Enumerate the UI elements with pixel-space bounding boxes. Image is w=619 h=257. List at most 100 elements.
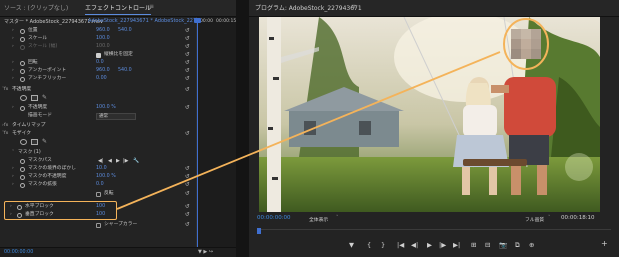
stopwatch-icon[interactable]: [20, 105, 25, 111]
prop-value[interactable]: 540.0: [118, 67, 132, 75]
vr-view-button[interactable]: ⊕: [529, 241, 534, 249]
export-frame-icon[interactable]: 📷: [499, 241, 507, 249]
section-mosaic[interactable]: ˅ fx モザイク ↺: [0, 130, 196, 138]
rectangle-mask-icon[interactable]: [31, 95, 38, 101]
prop-value[interactable]: 100.0 %: [96, 173, 116, 181]
reset-icon[interactable]: ↺: [185, 27, 190, 35]
add-marker-button[interactable]: ▼: [349, 241, 354, 249]
disclosure-triangle-icon[interactable]: ›: [12, 27, 14, 35]
prop-value[interactable]: 960.0: [96, 67, 110, 75]
mask-group-row[interactable]: ˅ マスク (1): [0, 149, 196, 157]
reset-icon[interactable]: ↺: [185, 75, 190, 83]
disclosure-triangle-icon[interactable]: ›: [12, 173, 14, 181]
reset-icon[interactable]: ↺: [185, 35, 190, 43]
mask-track-back-button[interactable]: ◀|: [98, 157, 104, 165]
stopwatch-icon[interactable]: [20, 68, 25, 74]
pen-tool-icon[interactable]: ✎: [42, 94, 47, 102]
rectangle-mask-icon[interactable]: [31, 139, 38, 145]
extract-button[interactable]: ⊟: [485, 241, 490, 249]
mask-step-forward-button[interactable]: ▶: [116, 157, 120, 165]
reset-icon[interactable]: ↺: [185, 59, 190, 67]
chevron-down-icon[interactable]: ˅: [548, 216, 550, 221]
reset-icon[interactable]: ↺: [185, 67, 190, 75]
panel-menu-icon[interactable]: ≡: [149, 3, 154, 10]
disclosure-triangle-icon[interactable]: ›: [12, 165, 14, 173]
go-to-in-button[interactable]: |◀: [397, 241, 404, 249]
reset-icon[interactable]: ↺: [185, 165, 190, 173]
step-back-button[interactable]: ◀|: [411, 241, 418, 249]
blend-mode-dropdown[interactable]: 通常: [96, 112, 136, 120]
step-forward-button[interactable]: |▶: [439, 241, 446, 249]
reset-icon[interactable]: ↺: [185, 203, 190, 211]
mark-in-button[interactable]: {: [367, 241, 371, 249]
prop-value[interactable]: 0.0: [96, 181, 104, 189]
sharp-colors-checkbox[interactable]: [96, 222, 101, 228]
stopwatch-icon[interactable]: [20, 60, 25, 66]
reset-icon[interactable]: ↺: [185, 130, 190, 138]
program-video-frame[interactable]: [259, 17, 600, 212]
sequence-clip-label[interactable]: AdobeStock_227943671 * AdobeStock_227943…: [88, 18, 210, 24]
reset-icon[interactable]: ↺: [185, 104, 190, 112]
uniform-scale-checkbox[interactable]: [96, 52, 101, 58]
stopwatch-icon[interactable]: [20, 166, 25, 172]
comparison-view-button[interactable]: ⧉: [515, 241, 520, 250]
prop-value[interactable]: 540.0: [118, 27, 132, 35]
reset-icon[interactable]: ↺: [185, 181, 190, 189]
footer-timecode[interactable]: 00:00:00:00: [4, 250, 33, 255]
section-opacity[interactable]: ˅ fx 不透明度 ↺: [0, 86, 196, 94]
fx-icon[interactable]: fx: [4, 86, 8, 94]
reset-icon[interactable]: ↺: [185, 43, 190, 51]
reset-icon[interactable]: ↺: [185, 211, 190, 219]
reset-icon[interactable]: ↺: [185, 51, 190, 59]
stopwatch-icon[interactable]: [20, 182, 25, 188]
zoom-fit-dropdown[interactable]: 全体表示: [309, 216, 328, 223]
tab-source[interactable]: ソース : (クリップなし): [4, 3, 68, 12]
chevron-down-icon[interactable]: ˅: [336, 216, 338, 221]
stopwatch-icon[interactable]: [20, 76, 25, 82]
disclosure-triangle-icon[interactable]: ›: [12, 181, 14, 189]
disclosure-triangle-icon[interactable]: ›: [12, 35, 14, 43]
stopwatch-icon[interactable]: [20, 174, 25, 180]
ellipse-mask-icon[interactable]: [20, 95, 27, 101]
current-timecode[interactable]: 00:00:00:00: [257, 215, 291, 221]
stopwatch-icon[interactable]: [20, 158, 25, 164]
tab-effect-controls[interactable]: エフェクトコントロール: [85, 3, 152, 15]
disclosure-triangle-icon[interactable]: ›: [12, 104, 14, 112]
reset-icon[interactable]: ↺: [185, 221, 190, 229]
section-time-remap[interactable]: › fx タイムリマップ: [0, 122, 196, 130]
program-time-ruler[interactable]: [257, 229, 611, 235]
panel-divider[interactable]: [236, 0, 249, 257]
prop-value[interactable]: 100.0: [96, 35, 110, 43]
disclosure-triangle-icon[interactable]: ›: [12, 75, 14, 83]
panel-menu-icon[interactable]: ≡: [351, 3, 356, 10]
reset-icon[interactable]: ↺: [185, 190, 190, 198]
footer-controls-icon[interactable]: ▼ ▶ ↪: [198, 249, 213, 255]
prop-value[interactable]: 100.0 %: [96, 104, 116, 112]
lift-button[interactable]: ⊞: [471, 241, 476, 249]
program-playhead[interactable]: [257, 228, 261, 234]
pen-tool-icon[interactable]: ✎: [42, 138, 47, 146]
ellipse-mask-icon[interactable]: [20, 139, 27, 145]
add-button-icon[interactable]: +: [601, 239, 608, 248]
tab-program[interactable]: プログラム: AdobeStock_227943671: [255, 3, 362, 12]
effect-mini-timeline[interactable]: [196, 17, 236, 257]
disclosure-triangle-icon[interactable]: ›: [12, 67, 14, 75]
reset-icon[interactable]: ↺: [185, 173, 190, 181]
prop-value[interactable]: 960.0: [96, 27, 110, 35]
prop-value[interactable]: 0.0: [96, 59, 104, 67]
reset-icon[interactable]: ↺: [185, 86, 190, 94]
stopwatch-icon[interactable]: [20, 28, 25, 34]
prop-value[interactable]: 10.0: [96, 165, 107, 173]
mask-step-back-button[interactable]: ◀: [108, 157, 112, 165]
play-button[interactable]: ▶: [427, 241, 432, 249]
mask-track-forward-button[interactable]: |▶: [123, 157, 129, 165]
playback-quality-dropdown[interactable]: フル画質: [525, 216, 544, 223]
fx-icon[interactable]: fx: [4, 130, 8, 138]
fx-icon[interactable]: fx: [4, 122, 8, 130]
invert-checkbox[interactable]: [96, 191, 101, 197]
prop-value[interactable]: 0.00: [96, 75, 107, 83]
disclosure-triangle-icon[interactable]: ›: [12, 59, 14, 67]
wrench-icon[interactable]: 🔧: [133, 157, 139, 165]
go-to-out-button[interactable]: ▶|: [453, 241, 460, 249]
mark-out-button[interactable]: }: [381, 241, 385, 249]
